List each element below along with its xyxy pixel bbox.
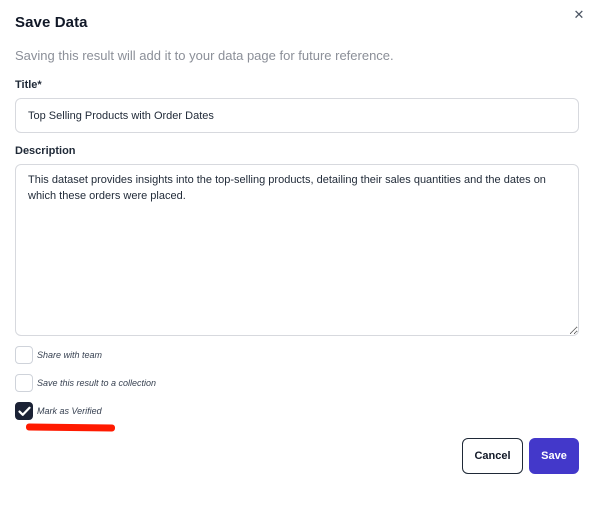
close-icon[interactable]: ✕ [571, 7, 587, 23]
save-button[interactable]: Save [529, 438, 579, 474]
red-highlight-underline [25, 423, 116, 432]
mark-as-verified-option[interactable]: Mark as Verified [15, 402, 102, 420]
save-to-collection-option[interactable]: Save this result to a collection [15, 374, 156, 392]
mark-as-verified-checkbox[interactable] [15, 402, 33, 420]
mark-as-verified-label: Mark as Verified [37, 406, 102, 416]
description-textarea[interactable]: This dataset provides insights into the … [15, 164, 579, 336]
save-data-dialog: Save Data ✕ Saving this result will add … [0, 0, 591, 519]
share-with-team-option[interactable]: Share with team [15, 346, 102, 364]
dialog-subtitle: Saving this result will add it to your d… [15, 48, 394, 63]
share-with-team-label: Share with team [37, 350, 103, 360]
checkmark-icon [17, 406, 31, 416]
cancel-button[interactable]: Cancel [462, 438, 523, 474]
save-to-collection-checkbox[interactable] [15, 374, 33, 392]
share-with-team-checkbox[interactable] [15, 346, 33, 364]
description-label: Description [15, 145, 76, 157]
save-to-collection-label: Save this result to a collection [37, 378, 157, 388]
title-input[interactable] [15, 98, 579, 133]
dialog-title: Save Data [15, 14, 88, 31]
title-label: Title* [15, 79, 42, 91]
